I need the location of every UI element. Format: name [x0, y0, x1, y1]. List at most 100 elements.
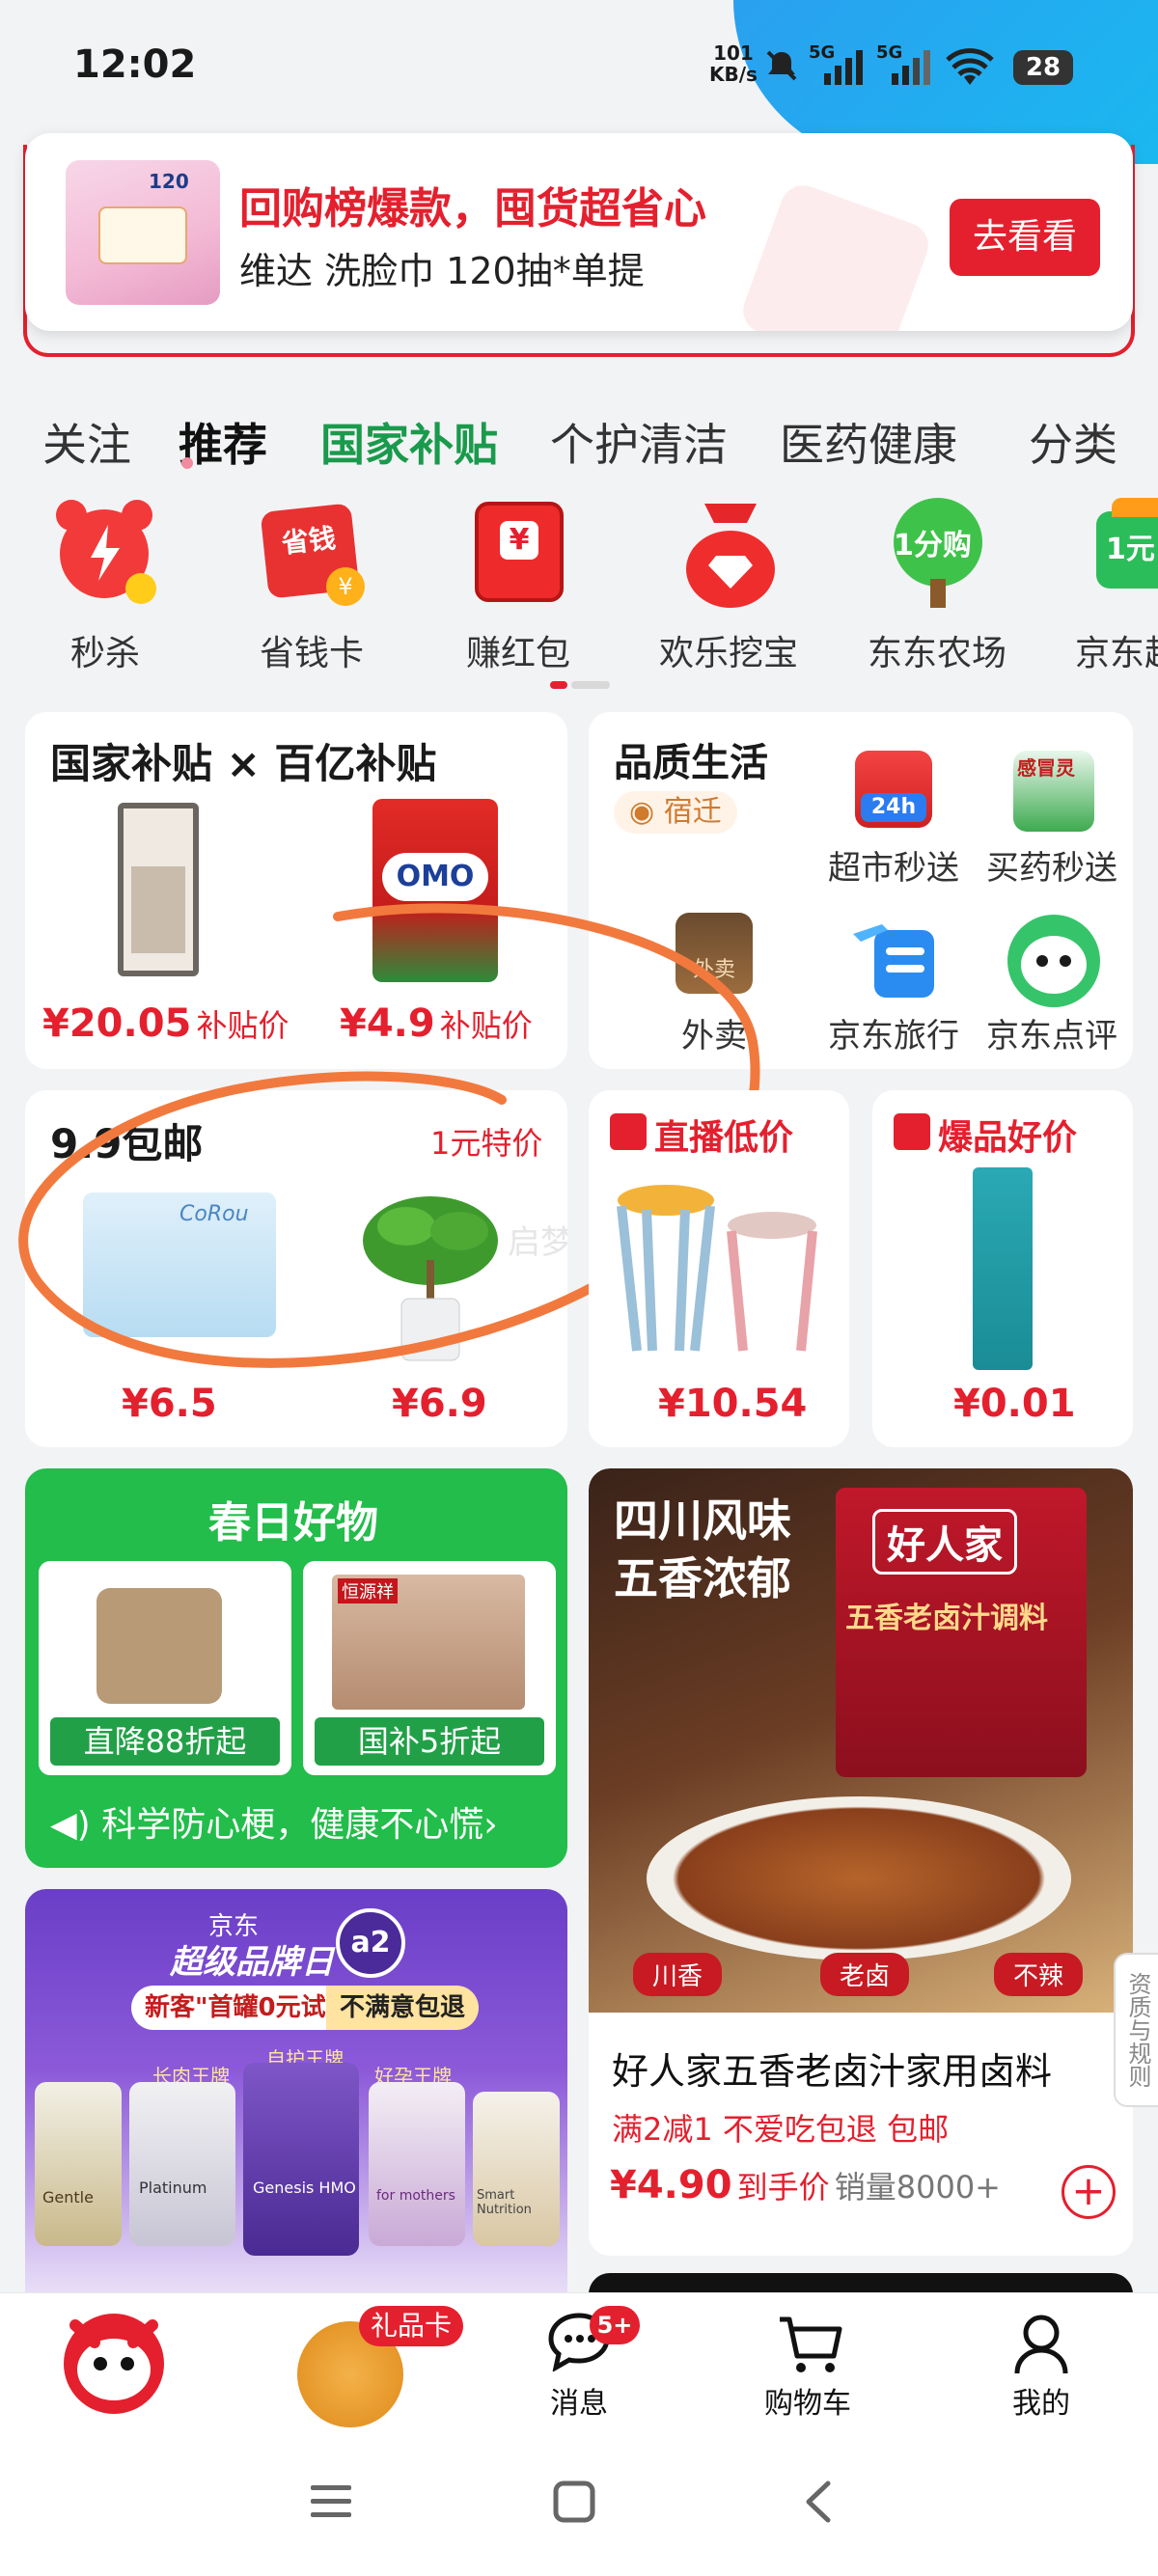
- spring-card[interactable]: 春日好物 直降88折起 恒源祥 国补5折起 ◀) 科学防心梗，健康不心慌›: [25, 1468, 567, 1868]
- tab-category[interactable]: 分类: [1029, 410, 1117, 474]
- signal-icon-1: [824, 50, 863, 85]
- package-text: 五香老卤汁调料: [845, 1602, 1048, 1635]
- a2-logo-text: a2: [350, 1926, 391, 1959]
- can-platinum: Platinum: [129, 2082, 235, 2246]
- live-card[interactable]: 直播低价 ¥10.54: [589, 1090, 849, 1447]
- product-sales: 销量8000+: [834, 2169, 1001, 2206]
- wifi-icon: [946, 48, 994, 85]
- tissue-badge: 120: [149, 170, 189, 193]
- product-price-row: ¥4.90 到手价 销量8000+: [610, 2163, 1001, 2207]
- product-package: 好人家 五香老卤汁调料: [836, 1488, 1087, 1777]
- net-speed: 101 KB/s: [709, 41, 758, 86]
- side-tab-text: 资质与规则: [1124, 1972, 1151, 2088]
- speaker-icon: ◀): [50, 1805, 91, 1845]
- menu-icon[interactable]: [307, 2480, 355, 2524]
- spring-notice[interactable]: ◀) 科学防心梗，健康不心慌›: [50, 1796, 498, 1847]
- quick-farm-label: 东东农场: [867, 634, 1006, 673]
- service-review-label: 京东点评: [986, 1017, 1117, 1055]
- can-platinum-label: Platinum: [139, 2179, 207, 2197]
- can-smart-label: Smart Nutrition: [477, 2188, 532, 2217]
- back-icon[interactable]: [797, 2478, 841, 2526]
- cart-icon: [780, 2316, 842, 2372]
- promo-pill-2: 不满意包退: [326, 1986, 480, 2030]
- supermarket-icon-top: [1112, 498, 1158, 517]
- location-pill[interactable]: ◉ 宿迁: [614, 791, 737, 834]
- promo-pill-1: 新客"首罐0元试": [131, 1986, 353, 2030]
- hot-card[interactable]: 爆品好价 ¥0.01: [872, 1090, 1133, 1447]
- pager-active: [550, 681, 567, 689]
- promo-subtitle: 维达 洗脸巾 120抽*单提: [239, 250, 645, 292]
- product-image-braise[interactable]: 四川风味 五香浓郁 好人家 五香老卤汁调料 川香 老卤 不辣: [589, 1468, 1133, 2013]
- pharmacy-service-icon: 感冒灵: [1013, 751, 1094, 832]
- supermarket-service-icon: 24h: [855, 751, 932, 828]
- hot-icon: [894, 1113, 930, 1150]
- can-gentle-label: Gentle: [42, 2188, 94, 2206]
- status-bar: 12:02 101 KB/s 5G 5G 28: [0, 0, 1158, 164]
- spring-tag-2: 国补5折起: [315, 1717, 544, 1766]
- nav-home[interactable]: [58, 2306, 174, 2422]
- nav-cart[interactable]: [735, 2306, 880, 2383]
- review-mascot-icon: [1007, 915, 1100, 1007]
- travel-icon: [853, 924, 934, 998]
- product-name: 好人家五香老卤汁家用卤料: [612, 2050, 1053, 2093]
- chevron-right-icon: ›: [483, 1805, 498, 1845]
- farm-icon-text: 1分购: [894, 529, 972, 562]
- promo-banner[interactable]: 120 回购榜爆款，囤货超省心 维达 洗脸巾 120抽*单提 去看看: [25, 133, 1133, 331]
- braised-dish: [647, 1796, 1071, 1960]
- product-price-label: 到手价: [736, 2169, 830, 2206]
- home-icon[interactable]: [552, 2480, 596, 2524]
- treasure-bag-icon: [686, 504, 775, 608]
- tab-personal-care[interactable]: 个护清洁: [550, 410, 728, 474]
- live-price: ¥10.54: [658, 1382, 808, 1426]
- spring-item-bag[interactable]: 直降88折起: [39, 1561, 291, 1775]
- spring-item-dress[interactable]: 恒源祥 国补5折起: [303, 1561, 556, 1775]
- nav-me-label: 我的: [1012, 2387, 1070, 2421]
- can-mothers-label: for mothers: [376, 2188, 455, 2204]
- nav-gift-card[interactable]: 礼品卡: [286, 2302, 464, 2427]
- promo-go-button-label: 去看看: [972, 217, 1077, 257]
- location-text: 宿迁: [663, 795, 722, 829]
- a2-logo-circle: a2: [336, 1908, 405, 1978]
- spring-tag-1: 直降88折起: [50, 1717, 280, 1766]
- battery-icon: 28: [1013, 50, 1073, 85]
- subsidy-title: 国家补贴 × 百亿补贴: [50, 740, 437, 787]
- envelope-symbol: ¥: [509, 523, 530, 557]
- product-image-bag: [96, 1588, 222, 1704]
- quality-title: 品质生活: [614, 741, 768, 785]
- product-price: ¥4.90: [610, 2163, 732, 2207]
- quick-treasure-label: 欢乐挖宝: [658, 634, 798, 673]
- battery-level: 28: [1025, 53, 1062, 82]
- product-card[interactable]: 四川风味 五香浓郁 好人家 五香老卤汁调料 川香 老卤 不辣 好人家五香老卤汁家…: [589, 1468, 1133, 2256]
- spring-title: 春日好物: [208, 1498, 378, 1548]
- promo-title: 回购榜爆款，囤货超省心: [239, 184, 706, 233]
- envelope-flap: ¥: [500, 521, 538, 560]
- badge-24h: 24h: [861, 793, 926, 822]
- tab-follow[interactable]: 关注: [42, 410, 131, 474]
- qualification-side-tab[interactable]: 资质与规则: [1114, 1953, 1158, 2107]
- image-title-1: 四川风味: [614, 1494, 791, 1547]
- promo-go-button[interactable]: 去看看: [950, 199, 1100, 276]
- supermarket-icon: 1元: [1096, 511, 1158, 589]
- nav-cart-label: 购物车: [764, 2387, 851, 2421]
- image-title-2: 五香浓郁: [614, 1552, 791, 1604]
- package-brand: 好人家: [872, 1509, 1017, 1575]
- supermarket-icon-text: 1元: [1106, 533, 1155, 566]
- pager-inactive: [571, 681, 610, 689]
- status-time: 12:02: [73, 42, 197, 87]
- quick-seckill-label: 秒杀: [69, 634, 140, 673]
- tag-sichuan: 川香: [633, 1953, 723, 1996]
- tab-medicine-health[interactable]: 医药健康: [780, 410, 957, 474]
- product-image-sachet[interactable]: [973, 1167, 1033, 1370]
- product-image-stools[interactable]: [608, 1177, 830, 1360]
- location-icon: ◉: [629, 795, 655, 829]
- nav-me[interactable]: [969, 2306, 1114, 2383]
- brand-banner[interactable]: 京东 超级品牌日 a2 新客"首罐0元试" 不满意包退 长肉王牌 自护王牌 好孕…: [25, 1889, 567, 2294]
- service-supermarket-label: 超市秒送: [828, 849, 959, 888]
- money-card-text: 省钱: [280, 522, 338, 560]
- gift-card-badge: 礼品卡: [359, 2306, 464, 2346]
- add-to-cart-button[interactable]: +: [1062, 2165, 1116, 2219]
- can-smart: Smart Nutrition: [473, 2092, 560, 2246]
- tab-national-subsidy[interactable]: 国家补贴: [320, 410, 498, 474]
- red-envelope-icon: ¥: [475, 502, 564, 602]
- can-genesis: Genesis HMO: [243, 2063, 359, 2256]
